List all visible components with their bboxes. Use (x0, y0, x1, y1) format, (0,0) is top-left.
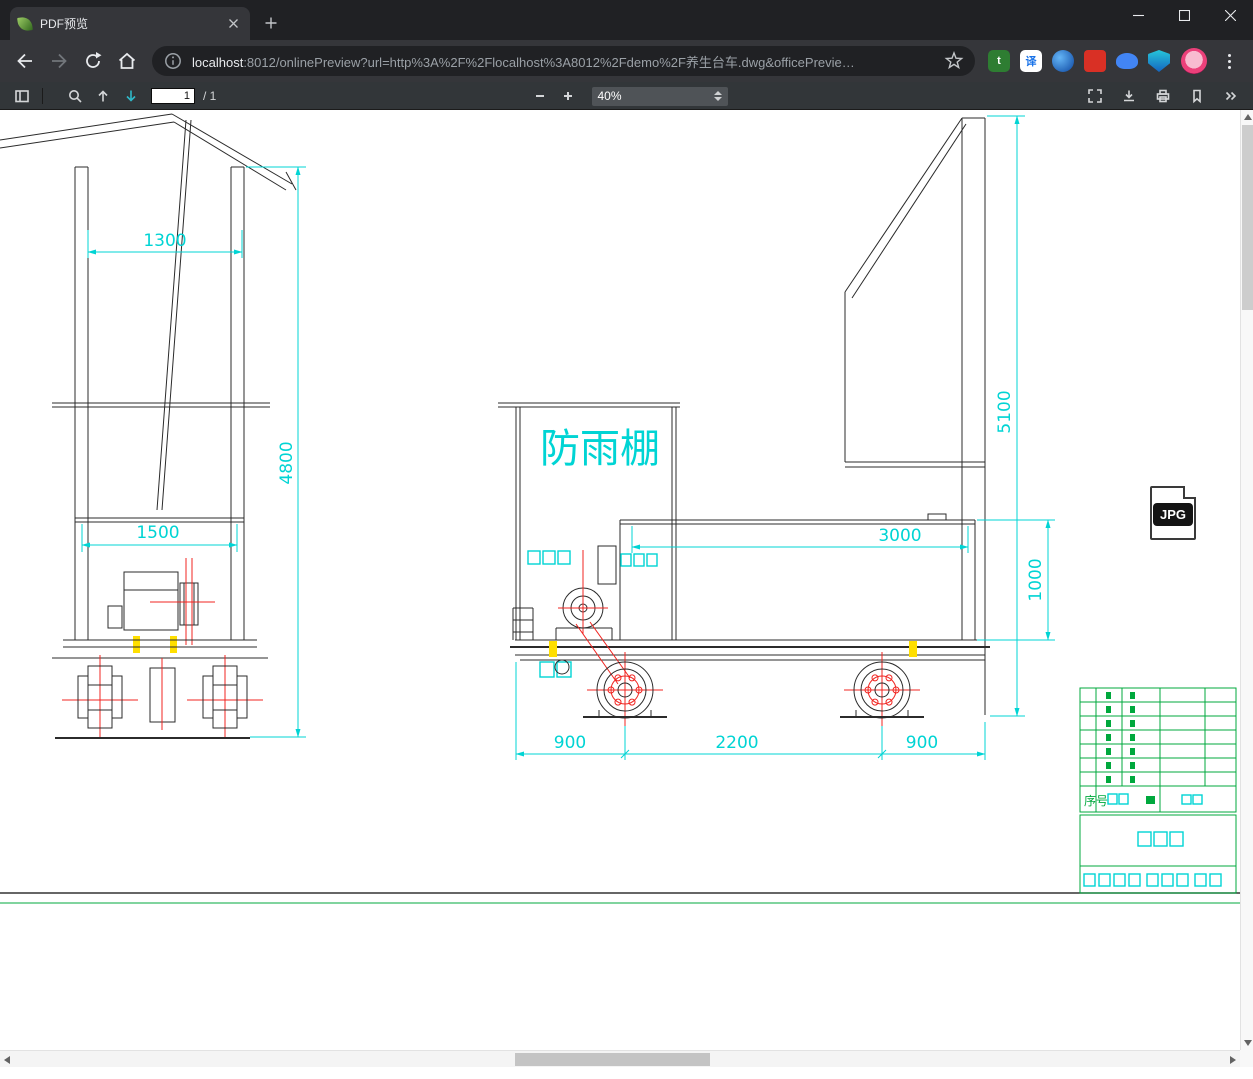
extension-icon-2[interactable]: 译 (1020, 50, 1042, 72)
address-bar[interactable]: localhost:8012/onlinePreview?url=http%3A… (152, 46, 975, 76)
page-fold-icon (1183, 486, 1196, 499)
scroll-down-arrow[interactable] (1244, 1040, 1252, 1046)
title-block-row-marks (1106, 692, 1135, 783)
browser-menu-icon[interactable] (1217, 49, 1241, 73)
tab-close-icon[interactable] (224, 15, 242, 33)
vertical-scrollbar-thumb[interactable] (1242, 125, 1253, 310)
back-icon[interactable] (10, 46, 40, 76)
dimension-bottom-row: 900 2200 900 (515, 662, 986, 760)
bookmark-icon[interactable] (1183, 84, 1211, 108)
pdf-toolbar: / 1 40% (0, 82, 1253, 110)
browser-window: PDF预览 localhost:8012/onlinePreview?url=h… (0, 0, 1253, 1079)
extension-icon-3[interactable] (1052, 50, 1074, 72)
dim-label-4800: 4800 (277, 441, 297, 484)
extension-icon-6[interactable] (1148, 50, 1170, 72)
select-arrows-icon (713, 91, 722, 101)
leaf-favicon-icon (17, 15, 33, 32)
title-block: 序号 (1079, 687, 1237, 894)
cad-drawing-page: 1300 4800 1500 防雨棚 3000 1000 5100 900 22… (0, 113, 1240, 904)
rain-shelter-label: 防雨棚 (540, 426, 660, 472)
dim-label-3000: 3000 (878, 526, 921, 546)
bookmark-star-icon[interactable] (943, 50, 965, 72)
dim-label-900-right: 900 (906, 733, 938, 753)
title-block-bottom-marks (1083, 873, 1222, 887)
pdf-viewer-area: 1300 4800 1500 防雨棚 3000 1000 5100 900 22… (0, 110, 1253, 1079)
extension-icon-4[interactable] (1084, 50, 1106, 72)
horizontal-scrollbar[interactable] (0, 1050, 1240, 1067)
dim-label-1500: 1500 (136, 523, 179, 543)
profile-avatar[interactable] (1181, 48, 1207, 74)
home-icon[interactable] (112, 46, 142, 76)
title-bar: PDF预览 (0, 0, 1253, 40)
wheel-right (840, 652, 924, 728)
sheet-border-lines (0, 892, 1240, 904)
jpg-label: JPG (1153, 503, 1193, 526)
scroll-left-arrow[interactable] (4, 1056, 10, 1064)
front-view: 1300 4800 1500 (0, 113, 306, 739)
dim-label-5100: 5100 (995, 390, 1015, 433)
dimension-1300: 1300 (87, 230, 243, 258)
search-icon[interactable] (61, 84, 89, 108)
previous-page-icon[interactable] (89, 84, 117, 108)
minimize-button[interactable] (1115, 0, 1161, 30)
dim-label-1300: 1300 (143, 231, 186, 251)
dimension-1000: 1000 (977, 519, 1055, 641)
new-tab-button[interactable] (258, 10, 284, 36)
dimension-1500: 1500 (81, 523, 238, 552)
dimension-5100: 5100 (987, 115, 1025, 717)
zoom-value: 40% (597, 89, 622, 103)
wheel-left (583, 652, 667, 728)
url-host: localhost (192, 54, 244, 70)
scrollbar-corner (1240, 1050, 1253, 1067)
side-view: 防雨棚 3000 1000 5100 900 2200 900 (498, 115, 1055, 760)
sidebar-toggle-icon[interactable] (8, 84, 36, 108)
close-window-button[interactable] (1207, 0, 1253, 30)
pdf-toolbar-right (1075, 84, 1245, 108)
next-page-icon[interactable] (117, 84, 145, 108)
title-block-seq-label: 序号 (1084, 793, 1108, 808)
vertical-scrollbar[interactable] (1240, 110, 1253, 1050)
more-tools-icon[interactable] (1217, 84, 1245, 108)
zoom-controls: 40% (526, 82, 728, 110)
dimension-4800: 4800 (246, 166, 306, 738)
dim-label-1000: 1000 (1026, 558, 1046, 601)
horizontal-scrollbar-thumb[interactable] (515, 1053, 710, 1066)
jpg-file-icon: JPG (1150, 486, 1196, 540)
extension-icon-1[interactable]: t (988, 50, 1010, 72)
presentation-mode-icon[interactable] (1081, 84, 1109, 108)
maximize-button[interactable] (1161, 0, 1207, 30)
page-info-icon[interactable] (162, 50, 184, 72)
dim-label-900-left: 900 (554, 733, 586, 753)
browser-tab[interactable]: PDF预览 (10, 7, 250, 40)
url-path: :8012/onlinePreview?url=http%3A%2F%2Floc… (243, 54, 855, 70)
download-icon[interactable] (1115, 84, 1143, 108)
page-number-input[interactable] (151, 87, 195, 104)
dim-label-2200: 2200 (715, 733, 758, 753)
zoom-out-icon[interactable] (526, 84, 554, 108)
reload-icon[interactable] (78, 46, 108, 76)
toolbar-divider (42, 87, 43, 104)
zoom-in-icon[interactable] (554, 84, 582, 108)
print-icon[interactable] (1149, 84, 1177, 108)
scroll-up-arrow[interactable] (1244, 114, 1252, 120)
dimension-3000: 3000 (631, 526, 969, 553)
extension-icon-5[interactable] (1116, 53, 1138, 69)
navigation-bar: localhost:8012/onlinePreview?url=http%3A… (0, 40, 1253, 82)
url-text[interactable]: localhost:8012/onlinePreview?url=http%3A… (192, 52, 935, 71)
scroll-right-arrow[interactable] (1230, 1056, 1236, 1064)
forward-icon[interactable] (44, 46, 74, 76)
zoom-level-select[interactable]: 40% (591, 86, 728, 106)
tab-title: PDF预览 (40, 17, 89, 31)
page-count-label: / 1 (203, 88, 217, 103)
window-controls (1115, 0, 1253, 30)
